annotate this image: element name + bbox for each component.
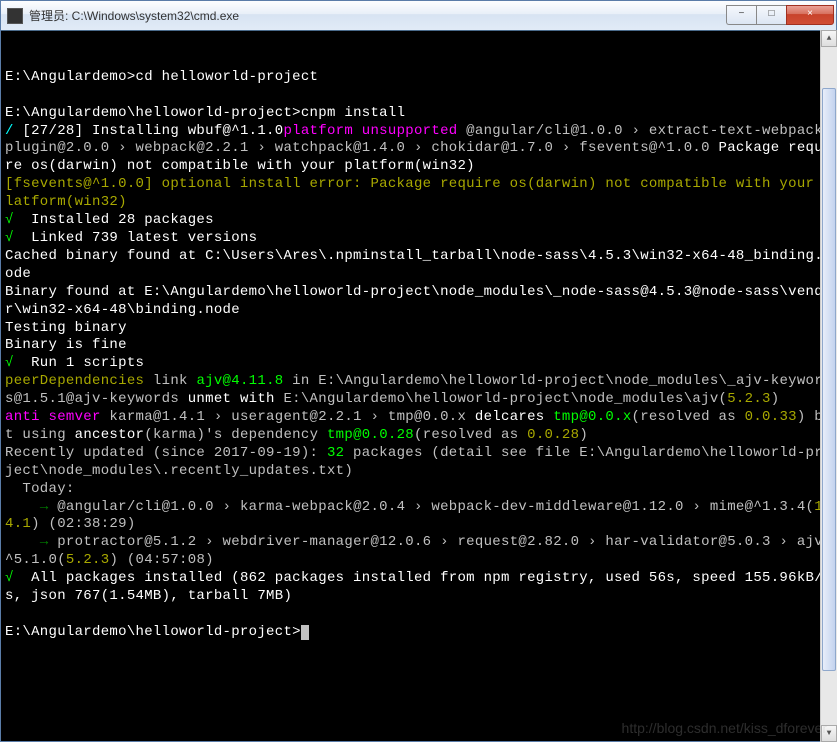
output-text: unmet with bbox=[188, 391, 275, 407]
output-text: Run 1 scripts bbox=[14, 355, 145, 371]
output-text: ) bbox=[771, 391, 780, 407]
package-text: tmp@0.0.28 bbox=[327, 427, 414, 443]
output-text: (karma)'s dependency bbox=[144, 427, 327, 443]
arrow-icon: → bbox=[5, 499, 57, 515]
output-text: Binary found at E:\Angulardemo\helloworl… bbox=[5, 284, 832, 318]
package-text: ajv@4.11.8 bbox=[196, 373, 283, 389]
output-text: Today: bbox=[5, 481, 75, 497]
scrollbar-thumb[interactable] bbox=[822, 88, 836, 671]
output-text: (resolved as bbox=[632, 409, 745, 425]
output-text: link bbox=[144, 373, 196, 389]
terminal-area[interactable]: E:\Angulardemo>cd helloworld-project E:\… bbox=[1, 31, 836, 741]
command-text: cnpm install bbox=[301, 105, 405, 121]
arrow-icon: → bbox=[5, 534, 57, 550]
version-text: 5.2.3 bbox=[66, 552, 110, 568]
version-text: 5.2.3 bbox=[727, 391, 771, 407]
cursor-icon bbox=[301, 625, 309, 640]
label-text: peerDependencies bbox=[5, 373, 144, 389]
cmd-window: 管理员: C:\Windows\system32\cmd.exe − □ × E… bbox=[0, 0, 837, 742]
output-text: ) (02:38:29) bbox=[31, 516, 135, 532]
warning-text: [fsevents@^1.0.0] optional install error… bbox=[5, 176, 832, 210]
output-text: (resolved as bbox=[414, 427, 527, 443]
terminal-content: E:\Angulardemo>cd helloworld-project E:\… bbox=[5, 69, 832, 642]
output-text: karma@1.4.1 › useragent@2.2.1 › tmp@0.0.… bbox=[101, 409, 475, 425]
version-text: 0.0.33 bbox=[745, 409, 797, 425]
check-icon: √ bbox=[5, 355, 14, 371]
output-text: [27/28] Installing wbuf@^1.1.0 bbox=[14, 123, 284, 139]
spinner-icon: / bbox=[5, 123, 14, 139]
cmd-icon bbox=[7, 8, 23, 24]
output-text: Recently updated (since 2017-09-19): bbox=[5, 445, 327, 461]
output-text: ancestor bbox=[75, 427, 145, 443]
output-text: ) bbox=[579, 427, 588, 443]
output-text: Linked 739 latest versions bbox=[14, 230, 258, 246]
output-text: Binary is fine bbox=[5, 337, 127, 353]
check-icon: √ bbox=[5, 570, 14, 586]
output-text: ) (04:57:08) bbox=[109, 552, 213, 568]
scroll-up-button[interactable]: ▲ bbox=[821, 30, 837, 47]
close-button[interactable]: × bbox=[786, 5, 834, 25]
prompt: E:\Angulardemo\helloworld-project> bbox=[5, 105, 301, 121]
scrollbar-track[interactable] bbox=[821, 47, 837, 725]
warning-text: platform unsupported bbox=[283, 123, 457, 139]
prompt: E:\Angulardemo\helloworld-project> bbox=[5, 624, 301, 640]
count-text: 32 bbox=[327, 445, 344, 461]
window-controls: − □ × bbox=[726, 5, 834, 27]
scroll-down-button[interactable]: ▼ bbox=[821, 725, 837, 742]
window-title: 管理员: C:\Windows\system32\cmd.exe bbox=[29, 7, 726, 24]
output-text: ( bbox=[57, 552, 66, 568]
warning-text: anti semver bbox=[5, 409, 101, 425]
output-text: @angular/cli@1.0.0 › karma-webpack@2.0.4… bbox=[57, 499, 805, 515]
prompt: E:\Angulardemo> bbox=[5, 69, 136, 85]
output-text: Cached binary found at C:\Users\Ares\.np… bbox=[5, 248, 832, 282]
maximize-button[interactable]: □ bbox=[756, 5, 786, 25]
command-text: cd helloworld-project bbox=[136, 69, 319, 85]
minimize-button[interactable]: − bbox=[726, 5, 756, 25]
output-text: All packages installed (862 packages ins… bbox=[5, 570, 823, 604]
check-icon: √ bbox=[5, 212, 14, 228]
output-text: Installed 28 packages bbox=[14, 212, 214, 228]
titlebar[interactable]: 管理员: C:\Windows\system32\cmd.exe − □ × bbox=[1, 1, 836, 31]
output-text: ( bbox=[806, 499, 815, 515]
output-text: delcares bbox=[475, 409, 545, 425]
vertical-scrollbar[interactable]: ▲ ▼ bbox=[820, 30, 837, 742]
package-text: tmp@0.0.x bbox=[545, 409, 632, 425]
version-text: 0.0.28 bbox=[527, 427, 579, 443]
output-text: E:\Angulardemo\helloworld-project\node_m… bbox=[275, 391, 727, 407]
output-text: Testing binary bbox=[5, 320, 127, 336]
check-icon: √ bbox=[5, 230, 14, 246]
